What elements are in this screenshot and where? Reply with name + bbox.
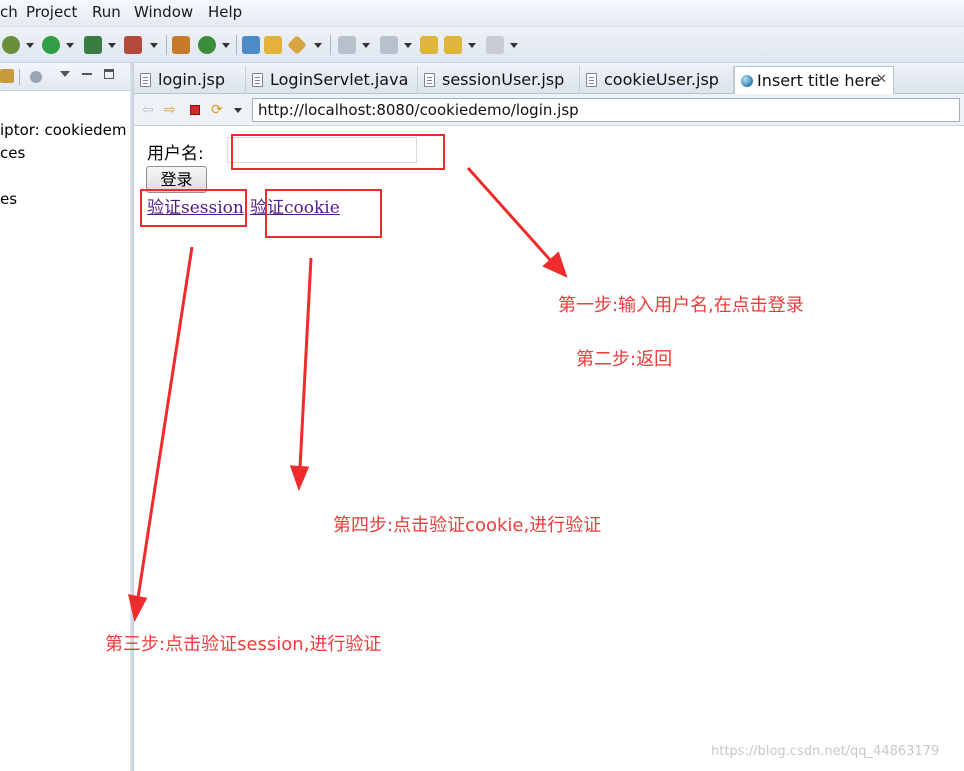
search-icon[interactable] bbox=[287, 35, 307, 55]
step4-note: 第四步:点击验证cookie,进行验证 bbox=[333, 515, 602, 536]
debug-dropdown-icon[interactable] bbox=[26, 43, 34, 48]
toolbar-separator bbox=[19, 69, 20, 85]
tab-label: login.jsp bbox=[158, 70, 225, 89]
jsp-file-icon bbox=[586, 73, 597, 87]
toolbar-separator bbox=[236, 35, 237, 55]
run-server-dropdown-icon[interactable] bbox=[108, 43, 116, 48]
jsp-file-icon bbox=[140, 73, 151, 87]
toolbar-separator bbox=[166, 35, 167, 55]
back-icon[interactable] bbox=[444, 36, 462, 54]
external-tools-dropdown-icon[interactable] bbox=[150, 43, 158, 48]
open-folder-icon[interactable] bbox=[264, 36, 282, 54]
open-type-icon[interactable] bbox=[242, 36, 260, 54]
maximize-icon[interactable] bbox=[104, 69, 114, 79]
editor-tab-bar: login.jsp LoginServlet.java sessionUser.… bbox=[134, 63, 964, 94]
tab-sessionuser-jsp[interactable]: sessionUser.jsp bbox=[418, 66, 580, 94]
menu-bar: ch Project Run Window Help bbox=[0, 0, 964, 27]
view-menu-icon[interactable] bbox=[60, 71, 70, 77]
link-with-editor-icon[interactable] bbox=[0, 69, 14, 83]
menu-search[interactable]: ch bbox=[0, 3, 18, 21]
minimize-icon[interactable] bbox=[82, 73, 92, 75]
tab-label: LoginServlet.java bbox=[270, 70, 409, 89]
new-package-icon[interactable] bbox=[172, 36, 190, 54]
highlight-username-box bbox=[231, 134, 445, 170]
history-dropdown-icon[interactable] bbox=[234, 108, 242, 113]
jsp-file-icon bbox=[424, 73, 435, 87]
tree-item-libraries[interactable]: es bbox=[0, 190, 17, 208]
run-dropdown-icon[interactable] bbox=[66, 43, 74, 48]
step3-note: 第三步:点击验证session,进行验证 bbox=[105, 634, 382, 655]
tree-item-resources[interactable]: ces bbox=[0, 144, 25, 162]
tab-login-jsp[interactable]: login.jsp bbox=[134, 66, 246, 94]
tab-cookieuser-jsp[interactable]: cookieUser.jsp bbox=[580, 66, 734, 94]
search-dropdown-icon[interactable] bbox=[314, 43, 322, 48]
refresh-icon[interactable]: ⟳ bbox=[211, 103, 223, 117]
username-label: 用户名: bbox=[147, 144, 204, 164]
tab-label: cookieUser.jsp bbox=[604, 70, 719, 89]
filter-icon[interactable] bbox=[30, 71, 42, 83]
step1-note: 第一步:输入用户名,在点击登录 bbox=[558, 295, 804, 316]
view-toolbar bbox=[0, 63, 131, 91]
toolbar-separator bbox=[330, 35, 331, 55]
run-server-icon[interactable] bbox=[84, 36, 102, 54]
highlight-cookie-box bbox=[265, 189, 382, 238]
highlight-session-box bbox=[140, 189, 247, 227]
back-arrow-icon[interactable]: ⇦ bbox=[142, 103, 154, 117]
previous-annotation-icon[interactable] bbox=[380, 36, 398, 54]
globe-icon bbox=[741, 75, 753, 87]
debug-icon[interactable] bbox=[2, 36, 20, 54]
forward-dropdown-icon[interactable] bbox=[510, 43, 518, 48]
run-icon[interactable] bbox=[42, 36, 60, 54]
tab-label: Insert title here bbox=[757, 71, 881, 90]
browser-toolbar: ⇦ ⇨ ⟳ bbox=[134, 94, 964, 126]
previous-annotation-dropdown-icon[interactable] bbox=[404, 43, 412, 48]
watermark-text: https://blog.csdn.net/qq_44863179 bbox=[711, 744, 940, 759]
menu-help[interactable]: Help bbox=[208, 3, 242, 21]
tab-label: sessionUser.jsp bbox=[442, 70, 565, 89]
last-edit-location-icon[interactable] bbox=[420, 36, 438, 54]
new-class-dropdown-icon[interactable] bbox=[222, 43, 230, 48]
external-tools-icon[interactable] bbox=[124, 36, 142, 54]
tab-insert-title-here[interactable]: Insert title here ✕ bbox=[734, 66, 894, 94]
step2-note: 第二步:返回 bbox=[576, 349, 673, 370]
menu-run[interactable]: Run bbox=[92, 3, 121, 21]
close-icon[interactable]: ✕ bbox=[876, 72, 887, 87]
menu-window[interactable]: Window bbox=[134, 3, 193, 21]
url-input[interactable] bbox=[252, 98, 960, 122]
next-annotation-dropdown-icon[interactable] bbox=[362, 43, 370, 48]
forward-arrow-icon[interactable]: ⇨ bbox=[164, 103, 176, 117]
back-dropdown-icon[interactable] bbox=[468, 43, 476, 48]
tab-loginservlet-java[interactable]: LoginServlet.java bbox=[246, 66, 418, 94]
new-class-icon[interactable] bbox=[198, 36, 216, 54]
main-toolbar bbox=[0, 27, 964, 63]
forward-icon[interactable] bbox=[486, 36, 504, 54]
browser-page: 用户名: 登录 验证session 验证cookie bbox=[134, 126, 964, 771]
next-annotation-icon[interactable] bbox=[338, 36, 356, 54]
tree-item-deployment-descriptor[interactable]: iptor: cookiedem bbox=[0, 121, 127, 139]
stop-icon[interactable] bbox=[190, 105, 200, 115]
project-explorer-view: iptor: cookiedem ces es bbox=[0, 63, 131, 771]
java-file-icon bbox=[252, 73, 263, 87]
menu-project[interactable]: Project bbox=[26, 3, 77, 21]
